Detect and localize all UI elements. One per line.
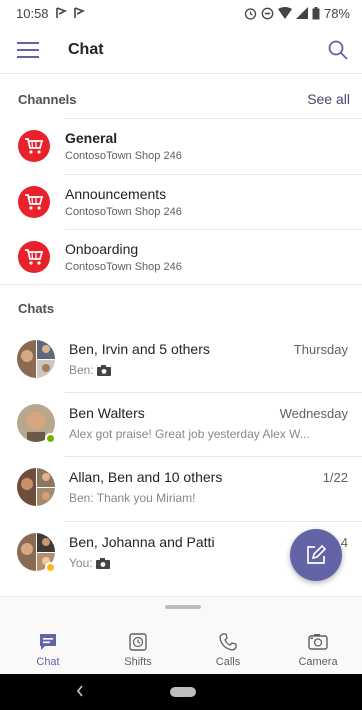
presence-available-icon [45, 433, 56, 444]
notification-flag-icon [73, 7, 85, 18]
shopping-cart-icon [25, 249, 44, 265]
chat-item-ben-walters[interactable]: Ben Walters Wednesday Alex got praise! G… [0, 392, 362, 456]
shifts-icon [129, 633, 147, 651]
chat-item-group-allan-ben[interactable]: Allan, Ben and 10 others 1/22 Ben: Thank… [0, 456, 362, 520]
tab-label: Chat [36, 656, 60, 668]
channel-name: Onboarding [65, 241, 139, 257]
group-avatar [17, 340, 55, 378]
status-time: 10:58 [16, 5, 49, 21]
channel-item-general[interactable]: General ContosoTown Shop 246 [0, 118, 362, 174]
camera-icon [96, 364, 111, 376]
do-not-disturb-icon [261, 7, 274, 19]
chat-preview-text: Alex got praise! Great job yesterday Ale… [69, 427, 310, 441]
channel-item-onboarding[interactable]: Onboarding ContosoTown Shop 246 [0, 229, 362, 285]
notification-flag-icon [55, 7, 67, 18]
status-bar: 10:58 78% [0, 0, 362, 26]
app-bar: Chat [0, 26, 362, 74]
alarm-icon [244, 7, 257, 20]
chat-preview: Ben: [69, 363, 348, 377]
divider [0, 284, 362, 285]
camera-icon [95, 557, 110, 569]
search-icon [328, 40, 348, 60]
chat-preview: Ben: Thank you Miriam! [69, 491, 348, 505]
channel-avatar [18, 130, 50, 162]
shopping-cart-icon [25, 138, 44, 154]
channel-name: Announcements [65, 186, 167, 202]
chat-title: Allan, Ben and 10 others [69, 469, 223, 485]
channel-team: ContosoTown Shop 246 [65, 150, 182, 162]
chat-timestamp: Thursday [293, 342, 348, 357]
tab-camera[interactable]: Camera [273, 633, 362, 668]
see-all-link[interactable]: See all [307, 91, 350, 107]
compose-icon [307, 544, 327, 564]
chat-title: Ben, Johanna and Patti [69, 534, 215, 550]
chat-preview: Alex got praise! Great job yesterday Ale… [69, 427, 348, 441]
chats-header-label: Chats [18, 300, 55, 316]
shopping-cart-icon [25, 194, 44, 210]
back-icon[interactable] [75, 684, 85, 698]
chat-title: Ben Walters [69, 405, 145, 421]
channel-item-announcements[interactable]: Announcements ContosoTown Shop 246 [0, 174, 362, 230]
chat-preview-text: Ben: [69, 363, 94, 377]
tab-calls[interactable]: Calls [183, 633, 273, 668]
tab-shifts[interactable]: Shifts [93, 633, 183, 668]
search-button[interactable] [314, 26, 362, 74]
phone-icon [219, 633, 237, 651]
tab-label: Camera [298, 656, 338, 668]
battery-level: 78% [323, 5, 350, 21]
channel-team: ContosoTown Shop 246 [65, 261, 182, 273]
chats-section-header: Chats [18, 298, 350, 318]
tab-chat[interactable]: Chat [3, 633, 93, 668]
channels-header-label: Channels [18, 91, 77, 107]
group-avatar [17, 468, 55, 506]
chat-preview-text: You: [69, 556, 93, 570]
chat-timestamp: 1/22 [322, 470, 348, 485]
chat-timestamp: Wednesday [279, 406, 348, 421]
channel-avatar [18, 241, 50, 273]
home-button[interactable] [170, 687, 196, 697]
drag-handle[interactable] [165, 605, 201, 609]
signal-icon [295, 7, 308, 19]
channel-avatar [18, 186, 50, 218]
system-navigation-bar [0, 674, 362, 710]
channels-section-header: Channels See all [18, 89, 350, 109]
hamburger-menu-icon [17, 41, 39, 58]
tab-label: Calls [215, 656, 241, 668]
chat-title: Ben, Irvin and 5 others [69, 341, 210, 357]
wifi-icon [277, 7, 292, 19]
channel-team: ContosoTown Shop 246 [65, 206, 182, 218]
battery-icon [312, 6, 320, 19]
camera-icon [308, 634, 328, 650]
page-title: Chat [68, 40, 104, 58]
tab-label: Shifts [124, 656, 152, 668]
bottom-navigation: Chat Shifts Calls Camera [0, 596, 362, 674]
channel-name: General [65, 130, 118, 146]
new-chat-button[interactable] [290, 529, 342, 581]
chat-timestamp: 4 [340, 535, 348, 550]
chat-preview-text: Ben: Thank you Miriam! [69, 491, 196, 505]
presence-away-icon [45, 562, 56, 573]
hamburger-menu-button[interactable] [0, 26, 56, 74]
chat-item-group-ben-irvin[interactable]: Ben, Irvin and 5 others Thursday Ben: [0, 328, 362, 392]
chat-icon [40, 634, 56, 650]
